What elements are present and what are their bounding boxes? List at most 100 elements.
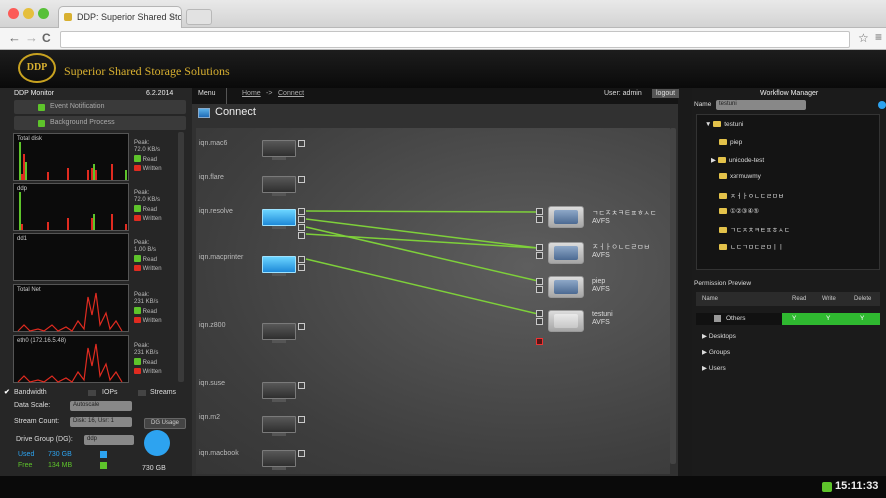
- bookmark-star-icon[interactable]: ☆: [858, 31, 869, 45]
- volume-port[interactable]: [536, 310, 543, 317]
- volume-port[interactable]: [536, 278, 543, 285]
- client-port[interactable]: [298, 216, 305, 223]
- tree-item[interactable]: ㄱㄷㅈㅊㅋㅌㅍㅎㅅㄷ: [719, 224, 790, 234]
- window-minimize-icon[interactable]: [23, 8, 34, 19]
- client-monitor-icon[interactable]: [262, 416, 296, 436]
- volume-port[interactable]: [536, 252, 543, 259]
- volume-disk-icon[interactable]: [548, 206, 584, 228]
- bandwidth-checkbox[interactable]: ✔: [4, 388, 10, 396]
- app-title: Superior Shared Storage Solutions: [64, 64, 230, 78]
- client-label: iqn.resolve: [199, 208, 233, 215]
- volume-disk-icon[interactable]: [548, 276, 584, 298]
- dg-usage-button[interactable]: DG Usage: [144, 418, 186, 429]
- canvas-scrollbar[interactable]: [670, 128, 676, 464]
- client-port[interactable]: [298, 140, 305, 147]
- client-port[interactable]: [298, 176, 305, 183]
- peak-info: Peak: 231 KB/s Read Written: [134, 343, 162, 375]
- folder-icon: [719, 227, 727, 234]
- volume-disk-icon[interactable]: [548, 310, 584, 332]
- client-port[interactable]: [298, 224, 305, 231]
- client-monitor-active-icon[interactable]: [262, 256, 296, 276]
- permission-row-desktops[interactable]: ▶ Desktops: [702, 332, 736, 340]
- volume-port[interactable]: [536, 216, 543, 223]
- breadcrumb-connect[interactable]: Connect: [278, 90, 304, 97]
- volume-port[interactable]: [536, 286, 543, 293]
- tab-close-icon[interactable]: ×: [170, 12, 175, 22]
- name-label: Name: [694, 101, 712, 108]
- browser-tab[interactable]: DDP: Superior Shared Sto ×: [58, 6, 182, 28]
- streams-checkbox[interactable]: [138, 390, 146, 396]
- folder-icon: [717, 157, 726, 164]
- menu-link[interactable]: Menu: [198, 90, 216, 97]
- breadcrumb-separator: ->: [266, 90, 273, 97]
- ddp-logo: DDP: [18, 53, 56, 83]
- written-legend-icon: [134, 215, 141, 221]
- volume-label: testuni AVFS: [592, 311, 613, 326]
- logout-button[interactable]: logout: [652, 89, 680, 98]
- drive-group-select[interactable]: ddp: [84, 435, 134, 445]
- tree-item[interactable]: ▶ unicode-test: [711, 156, 764, 164]
- data-scale-select[interactable]: Autoscale: [70, 401, 132, 411]
- back-icon[interactable]: ←: [8, 30, 21, 45]
- tree-item[interactable]: piep: [719, 139, 742, 146]
- client-port[interactable]: [298, 208, 305, 215]
- tree-item[interactable]: ㄴㄷㄱㅁㄷㄹㅁㅣㅣ: [719, 241, 784, 251]
- dg-total: 730 GB: [142, 465, 166, 472]
- volume-port[interactable]: [536, 244, 543, 251]
- client-monitor-icon[interactable]: [262, 323, 296, 343]
- client-port[interactable]: [298, 416, 305, 423]
- permission-row-others[interactable]: Others Y Y Y: [696, 313, 880, 325]
- stream-count-select[interactable]: Disk: 16, Usr: 1: [70, 417, 132, 427]
- name-select[interactable]: testuni: [716, 100, 806, 110]
- window-zoom-icon[interactable]: [38, 8, 49, 19]
- volume-port-disconnected[interactable]: [536, 338, 543, 345]
- iops-checkbox[interactable]: [88, 390, 96, 396]
- tree-item[interactable]: ①②③④⑤: [719, 207, 759, 215]
- client-monitor-icon[interactable]: [262, 140, 296, 160]
- tab-title: DDP: Superior Shared Sto: [77, 12, 182, 22]
- tree-item[interactable]: хзгmuwmy: [719, 173, 761, 180]
- background-process-item[interactable]: Background Process: [14, 116, 186, 130]
- browser-menu-icon[interactable]: ≡: [875, 30, 882, 44]
- folder-icon: [719, 173, 727, 180]
- tree-item[interactable]: ▼ testuni: [705, 121, 743, 128]
- new-tab-button[interactable]: [186, 9, 212, 25]
- graph-total-net: Total Net: [13, 284, 129, 332]
- window-close-icon[interactable]: [8, 8, 19, 19]
- info-icon[interactable]: [878, 101, 886, 109]
- monitor-scrollbar[interactable]: [178, 132, 184, 382]
- client-port[interactable]: [298, 264, 305, 271]
- forward-icon[interactable]: →: [25, 30, 38, 45]
- connect-title: Connect: [215, 106, 256, 118]
- peak-info: Peak: 231 KB/s Read Written: [134, 292, 162, 324]
- volume-port[interactable]: [536, 208, 543, 215]
- client-port[interactable]: [298, 232, 305, 239]
- breadcrumb-home[interactable]: Home: [242, 90, 261, 97]
- connect-icon: [198, 108, 210, 118]
- address-bar[interactable]: [60, 31, 850, 48]
- permission-row-users[interactable]: ▶ Users: [702, 364, 726, 372]
- tree-item[interactable]: ㅈㅓㅏㅇㄴㄷㄹㅁㅂ: [719, 190, 784, 200]
- graph-total-disk: Total disk: [13, 133, 129, 181]
- center-header: Menu Home -> Connect User: admin logout: [192, 88, 680, 104]
- client-port[interactable]: [298, 256, 305, 263]
- client-monitor-active-icon[interactable]: [262, 209, 296, 229]
- client-monitor-icon[interactable]: [262, 176, 296, 196]
- volume-port[interactable]: [536, 318, 543, 325]
- event-notification-item[interactable]: Event Notification: [14, 100, 186, 114]
- client-monitor-icon[interactable]: [262, 450, 296, 470]
- folder-icon: [719, 244, 727, 251]
- peak-info: Peak: 1.00 B/s Read Written: [134, 240, 162, 272]
- client-monitor-icon[interactable]: [262, 382, 296, 402]
- client-port[interactable]: [298, 382, 305, 389]
- status-bar: 15:11:33: [0, 476, 886, 498]
- reload-icon[interactable]: C: [42, 31, 51, 45]
- client-port[interactable]: [298, 450, 305, 457]
- volume-label: ㅈㅓㅏㅇㄴㄷㄹㅁㅂ AVFS: [592, 244, 650, 259]
- written-legend-icon: [134, 317, 141, 323]
- client-port[interactable]: [298, 323, 305, 330]
- client-label: iqn.suse: [199, 380, 226, 387]
- permission-row-groups[interactable]: ▶ Groups: [702, 348, 730, 356]
- volume-disk-icon[interactable]: [548, 242, 584, 264]
- graph-label: Total Net: [17, 287, 41, 293]
